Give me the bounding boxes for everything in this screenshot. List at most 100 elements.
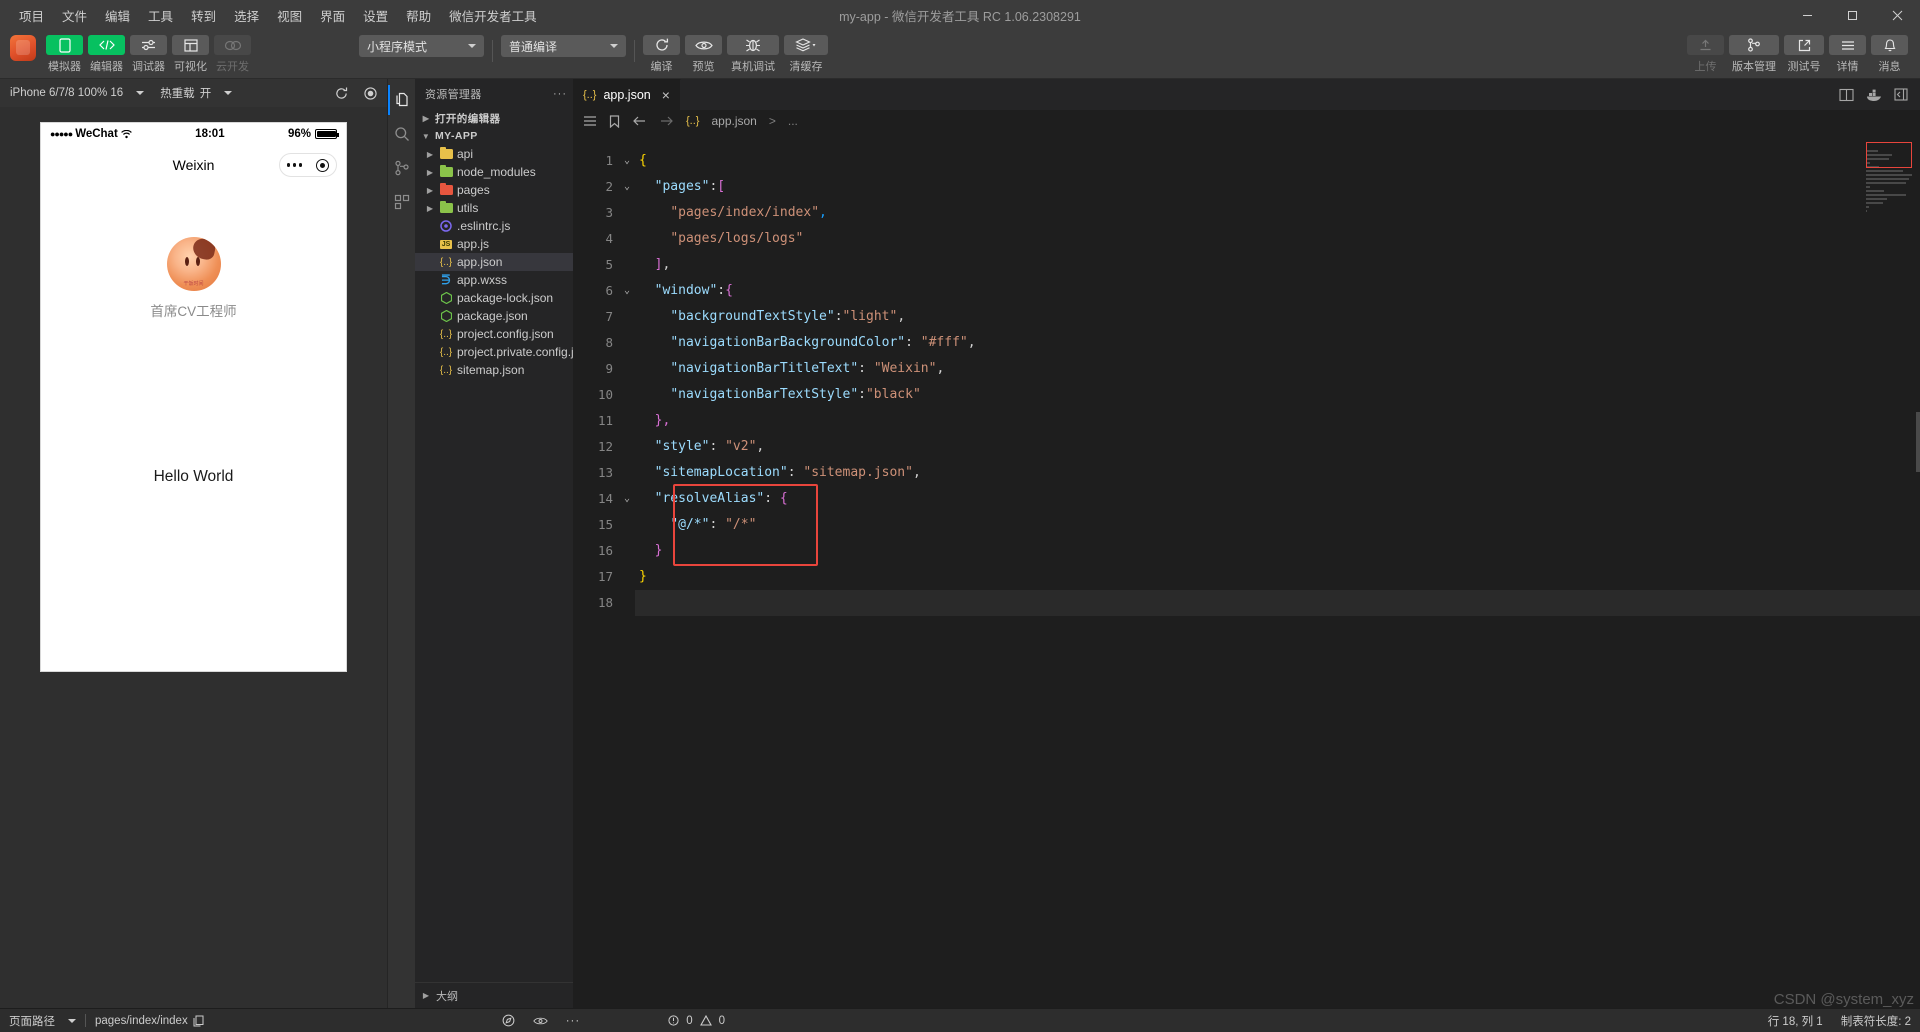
- simulator-record-icon[interactable]: [364, 87, 377, 100]
- menu-item-file[interactable]: 文件: [53, 2, 96, 29]
- docker-icon[interactable]: [1866, 88, 1882, 102]
- page-path-value-item[interactable]: pages/index/index: [86, 1015, 213, 1027]
- toolbar-simulator-button[interactable]: 模拟器: [46, 35, 83, 74]
- tree-item-project-config[interactable]: {..} project.config.json: [415, 325, 573, 343]
- device-select[interactable]: iPhone 6/7/8 100% 16: [10, 87, 144, 99]
- menu-item-select[interactable]: 选择: [225, 2, 268, 29]
- tree-section-open-editors[interactable]: ▶ 打开的编辑器: [415, 109, 573, 127]
- tree-item-package-json[interactable]: package.json: [415, 307, 573, 325]
- code-content[interactable]: { "pages":[ "pages/index/index", "pages/…: [635, 132, 1920, 1008]
- close-icon[interactable]: ×: [662, 87, 670, 103]
- tree-item-pages[interactable]: ▶ pages: [415, 181, 573, 199]
- breadcrumb-tail[interactable]: ...: [788, 114, 798, 128]
- toolbar-debugger-button[interactable]: 调试器: [130, 35, 167, 74]
- minimize-icon[interactable]: [1785, 0, 1830, 30]
- messages-button[interactable]: 消息: [1871, 35, 1908, 74]
- tree-item-api[interactable]: ▶ api: [415, 145, 573, 163]
- more-dots-icon[interactable]: [287, 163, 303, 167]
- close-icon[interactable]: [1875, 0, 1920, 30]
- collapse-panel-icon[interactable]: [1894, 88, 1908, 101]
- copy-icon[interactable]: [193, 1015, 204, 1027]
- hot-reload-select[interactable]: 热重载 开: [160, 85, 232, 101]
- menu-item-view[interactable]: 视图: [268, 2, 311, 29]
- menu-item-settings[interactable]: 设置: [354, 2, 397, 29]
- breadcrumb-file[interactable]: app.json: [711, 114, 756, 128]
- code-line[interactable]: "window":{: [635, 278, 1920, 304]
- details-button[interactable]: 详情: [1829, 35, 1866, 74]
- tree-item-app-wxss[interactable]: ⋽ app.wxss: [415, 271, 573, 289]
- indentation-setting[interactable]: 制表符长度: 2: [1832, 1013, 1920, 1029]
- code-line[interactable]: "style": "v2",: [635, 434, 1920, 460]
- menu-item-tools[interactable]: 工具: [139, 2, 182, 29]
- arrow-right-icon[interactable]: [659, 115, 674, 127]
- bookmark-icon[interactable]: [609, 115, 620, 128]
- phone-capsule[interactable]: [279, 153, 337, 177]
- ellipsis-icon[interactable]: ···: [553, 88, 567, 100]
- menu-item-devtools[interactable]: 微信开发者工具: [440, 2, 546, 29]
- tab-app-json[interactable]: {..} app.json ×: [573, 79, 681, 110]
- tree-item-node-modules[interactable]: ▶ node_modules: [415, 163, 573, 181]
- tree-item-app-json[interactable]: {..} app.json: [415, 253, 573, 271]
- tree-item-sitemap-json[interactable]: {..} sitemap.json: [415, 361, 573, 379]
- code-line[interactable]: "backgroundTextStyle":"light",: [635, 304, 1920, 330]
- eye-icon[interactable]: [533, 1016, 548, 1026]
- arrow-left-icon[interactable]: [632, 115, 647, 127]
- split-editor-icon[interactable]: [1839, 88, 1854, 102]
- code-line[interactable]: [635, 590, 1920, 616]
- tree-item-app-js[interactable]: JS app.js: [415, 235, 573, 253]
- code-line[interactable]: "pages/logs/logs": [635, 226, 1920, 252]
- fold-markers[interactable]: ⌄⌄⌄⌄: [619, 132, 635, 1008]
- version-control-button[interactable]: 版本管理: [1729, 35, 1779, 74]
- code-line[interactable]: "navigationBarBackgroundColor": "#fff",: [635, 330, 1920, 356]
- code-line[interactable]: "resolveAlias": {: [635, 486, 1920, 512]
- search-icon[interactable]: [388, 119, 415, 149]
- outline-section[interactable]: ▶ 大纲: [415, 982, 573, 1008]
- tree-item-utils[interactable]: ▶ utils: [415, 199, 573, 217]
- mode-select[interactable]: 小程序模式: [359, 35, 484, 57]
- ellipsis-icon[interactable]: ···: [566, 1015, 581, 1027]
- remote-debug-button[interactable]: 真机调试: [727, 35, 779, 74]
- extensions-icon[interactable]: [388, 187, 415, 217]
- fold-toggle-icon[interactable]: ⌄: [619, 148, 635, 174]
- code-line[interactable]: "navigationBarTitleText": "Weixin",: [635, 356, 1920, 382]
- code-line[interactable]: ],: [635, 252, 1920, 278]
- source-control-icon[interactable]: [388, 153, 415, 183]
- menu-item-interface[interactable]: 界面: [311, 2, 354, 29]
- cursor-position[interactable]: 行 18, 列 1: [1759, 1013, 1832, 1029]
- compile-select[interactable]: 普通编译: [501, 35, 626, 57]
- target-icon[interactable]: [316, 159, 329, 172]
- code-line[interactable]: }: [635, 538, 1920, 564]
- menu-item-project[interactable]: 项目: [10, 2, 53, 29]
- compass-icon[interactable]: [502, 1014, 515, 1027]
- code-line[interactable]: }: [635, 564, 1920, 590]
- warning-count[interactable]: 0: [719, 1015, 725, 1027]
- toolbar-visual-button[interactable]: 可视化: [172, 35, 209, 74]
- simulator-refresh-icon[interactable]: [335, 87, 348, 100]
- code-line[interactable]: "@/*": "/*": [635, 512, 1920, 538]
- error-count[interactable]: 0: [686, 1015, 692, 1027]
- fold-toggle-icon[interactable]: ⌄: [619, 174, 635, 200]
- code-line[interactable]: "navigationBarTextStyle":"black": [635, 382, 1920, 408]
- preview-button[interactable]: 预览: [685, 35, 722, 74]
- page-path-select[interactable]: 页面路径: [0, 1013, 85, 1029]
- toolbar-editor-button[interactable]: 编辑器: [88, 35, 125, 74]
- outline-icon[interactable]: [583, 115, 597, 127]
- fold-toggle-icon[interactable]: ⌄: [619, 278, 635, 304]
- menu-item-goto[interactable]: 转到: [182, 2, 225, 29]
- tree-section-my-app[interactable]: ▼ MY-APP: [415, 127, 573, 145]
- code-area[interactable]: 123456789101112131415161718 ⌄⌄⌄⌄ { "page…: [573, 132, 1920, 1008]
- code-line[interactable]: "sitemapLocation": "sitemap.json",: [635, 460, 1920, 486]
- tree-item-eslintrc[interactable]: .eslintrc.js: [415, 217, 573, 235]
- code-line[interactable]: {: [635, 148, 1920, 174]
- code-line[interactable]: "pages":[: [635, 174, 1920, 200]
- tree-item-project-private-config[interactable]: {..} project.private.config.json: [415, 343, 573, 361]
- fold-toggle-icon[interactable]: ⌄: [619, 486, 635, 512]
- code-line[interactable]: "pages/index/index",: [635, 200, 1920, 226]
- scrollbar-vertical[interactable]: [1916, 412, 1920, 472]
- menu-item-help[interactable]: 帮助: [397, 2, 440, 29]
- clear-cache-button[interactable]: 清缓存: [784, 35, 828, 74]
- explorer-icon[interactable]: [388, 85, 415, 115]
- test-account-button[interactable]: 测试号: [1784, 35, 1824, 74]
- maximize-icon[interactable]: [1830, 0, 1875, 30]
- compile-button[interactable]: 编译: [643, 35, 680, 74]
